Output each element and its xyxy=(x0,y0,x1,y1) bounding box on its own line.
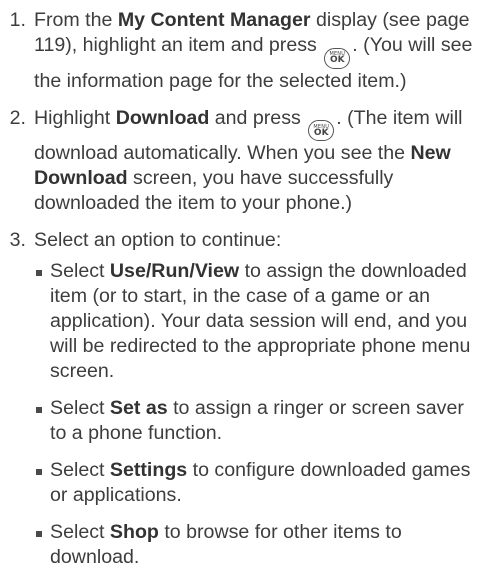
option-item: Select Settings to configure downloaded … xyxy=(34,458,474,508)
bullet-icon xyxy=(36,531,42,537)
step-text: Select an option to continue: xyxy=(34,229,282,251)
option-item: Select Set as to assign a ringer or scre… xyxy=(34,396,474,446)
option-item: Select Use/Run/View to assign the downlo… xyxy=(34,259,474,384)
menu-name: My Content Manager xyxy=(117,9,311,31)
step-2: 2. Highlight Download and press MENU OK. … xyxy=(0,106,474,217)
instruction-page: 1. From the My Content Manager display (… xyxy=(0,0,488,568)
step-body: Select an option to continue: Select Use… xyxy=(34,228,474,570)
key-bottom-label: OK xyxy=(313,127,329,138)
bullet-icon xyxy=(36,270,42,276)
step-number: 1. xyxy=(9,9,26,31)
step-text-part: From the xyxy=(34,9,118,31)
step-3: 3. Select an option to continue: Select … xyxy=(0,228,474,570)
option-text-part: Select xyxy=(50,397,110,419)
option-name: Set as xyxy=(109,397,168,419)
option-name: Shop xyxy=(109,521,159,543)
step-text: From the My Content Manager display (see… xyxy=(34,8,474,94)
menu-ok-key-icon: MENU OK xyxy=(324,47,351,69)
option-name: Settings xyxy=(109,459,188,481)
step-number: 2. xyxy=(9,106,26,129)
option-text-part: Select xyxy=(50,260,110,282)
bullet-icon xyxy=(36,469,42,475)
option-text-part: Select xyxy=(50,521,110,543)
step-1: 1. From the My Content Manager display (… xyxy=(0,8,474,94)
step-number: 3. xyxy=(9,229,26,251)
step-text-part: and press xyxy=(209,106,307,129)
menu-ok-key-icon: MENU OK xyxy=(308,120,335,141)
option-name: Download xyxy=(115,106,210,129)
option-list: Select Use/Run/View to assign the downlo… xyxy=(34,259,474,570)
option-name: Use/Run/View xyxy=(109,260,240,282)
key-bottom-label: OK xyxy=(329,55,345,65)
step-text-part: Highlight xyxy=(34,106,116,129)
bullet-icon xyxy=(36,407,42,413)
option-text-part: Select xyxy=(50,459,110,481)
option-item: Select Shop to browse for other items to… xyxy=(34,520,474,570)
step-text: Highlight Download and press MENU OK. (Th… xyxy=(34,106,474,217)
